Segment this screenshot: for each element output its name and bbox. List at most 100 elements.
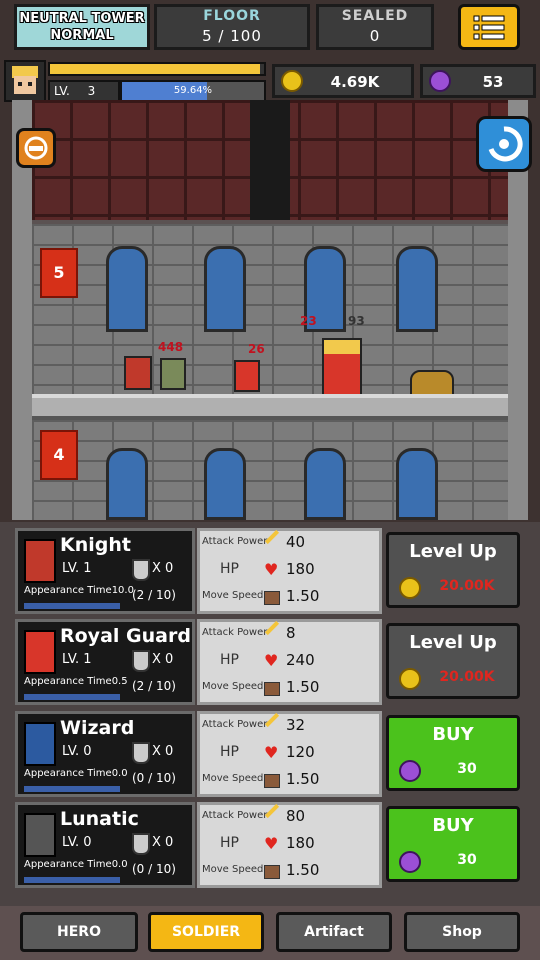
hp-value: 240	[286, 651, 315, 669]
action-cost: 20.00K	[439, 669, 495, 685]
level-box: LV. 3	[48, 80, 120, 102]
medal-icon	[132, 650, 150, 672]
medal-icon	[132, 833, 150, 855]
tower-scene: 5 448 26 23 93 4	[12, 100, 528, 520]
soldier-portrait-icon	[24, 813, 56, 857]
gold-coin-icon	[281, 70, 303, 92]
gem-box: 53	[420, 64, 536, 98]
hp-label: HP	[220, 561, 239, 577]
speed-value: 1.50	[286, 770, 320, 788]
tab-hero[interactable]: HERO	[20, 912, 138, 952]
soldier-card[interactable]: Royal Guard LV. 1 X 0 Appearance Time0.5 (2 …	[15, 619, 195, 705]
speed-value: 1.50	[286, 678, 320, 696]
appearance-time: Appearance Time0.0	[24, 859, 128, 870]
gem-amount: 53	[482, 73, 504, 91]
level-up-button[interactable]: Level Up 20.00K	[386, 623, 520, 699]
boot-icon	[264, 682, 280, 696]
auto-button[interactable]	[16, 128, 56, 168]
soldier-count: (2 / 10)	[132, 588, 176, 602]
attack-value: 80	[286, 807, 306, 825]
auto-icon	[24, 136, 48, 160]
appearance-progress	[24, 877, 120, 883]
soldier-portrait-icon	[24, 722, 56, 766]
soldier-stats: Attack Power 40 HP ♥ 180 Move Speed 1.50	[197, 528, 382, 614]
ally-knight-sprite	[124, 356, 152, 390]
action-label: Level Up	[409, 632, 497, 653]
soldier-row: Knight LV. 1 X 0 Appearance Time10.0 (2 / 10…	[15, 528, 525, 614]
appearance-progress	[24, 603, 120, 609]
gem-icon	[399, 851, 421, 873]
medal-icon	[132, 559, 150, 581]
soldier-card[interactable]: Lunatic LV. 0 X 0 Appearance Time0.0 (0 / 10…	[15, 802, 195, 888]
heart-icon: ♥	[264, 834, 279, 853]
soldier-medals: X 0	[152, 835, 174, 850]
soldier-card[interactable]: Knight LV. 1 X 0 Appearance Time10.0 (2 / 10…	[15, 528, 195, 614]
hp-label: HP	[220, 652, 239, 668]
soldier-count: (0 / 10)	[132, 771, 176, 785]
soldier-name: Royal Guard	[60, 625, 191, 647]
buy-button[interactable]: BUY 30	[386, 715, 520, 791]
level-up-button[interactable]: Level Up 20.00K	[386, 532, 520, 608]
tab-soldier[interactable]: SOLDIER	[148, 912, 264, 952]
soldier-level: LV. 0	[62, 835, 92, 850]
portal-button[interactable]	[476, 116, 532, 172]
soldier-portrait-icon	[24, 630, 56, 674]
hp-value: 180	[286, 834, 315, 852]
gate-door	[250, 100, 290, 220]
attack-label: Attack Power	[202, 627, 268, 638]
tower-name: NEUTRAL TOWER	[19, 11, 145, 26]
portal-swirl-icon	[488, 126, 523, 162]
boot-icon	[264, 591, 280, 605]
tower-gate	[32, 100, 508, 220]
floor-5	[32, 224, 508, 394]
soldier-medals: X 0	[152, 652, 174, 667]
sealed-label: SEALED	[341, 8, 409, 24]
speed-label: Move Speed	[202, 681, 264, 692]
gold-coin-icon	[399, 577, 421, 599]
soldier-card[interactable]: Wizard LV. 0 X 0 Appearance Time0.0 (0 / 10)	[15, 711, 195, 797]
floor-4	[32, 420, 508, 520]
attack-label: Attack Power	[202, 719, 268, 730]
soldier-medals: X 0	[152, 561, 174, 576]
floor-label: FLOOR	[203, 8, 261, 24]
sealed-value: 0	[369, 27, 381, 45]
damage-text-3: 23	[300, 314, 317, 328]
soldier-stats: Attack Power 32 HP ♥ 120 Move Speed 1.50	[197, 711, 382, 797]
gem-icon	[399, 760, 421, 782]
floor-box: FLOOR 5 / 100	[154, 4, 310, 50]
soldier-stats: Attack Power 8 HP ♥ 240 Move Speed 1.50	[197, 619, 382, 705]
tower-name-box: NEUTRAL TOWER NORMAL	[14, 4, 150, 50]
gold-coin-icon	[399, 668, 421, 690]
ally-shield-sprite	[234, 360, 260, 392]
buy-button[interactable]: BUY 30	[386, 806, 520, 882]
appearance-time: Appearance Time0.0	[24, 768, 128, 779]
hero-avatar[interactable]	[4, 60, 46, 102]
action-cost: 30	[457, 761, 477, 777]
action-cost: 30	[457, 852, 477, 868]
tab-artifact[interactable]: Artifact	[276, 912, 392, 952]
soldier-count: (2 / 10)	[132, 679, 176, 693]
floor-5-banner: 5	[40, 248, 78, 298]
soldier-row: Lunatic LV. 0 X 0 Appearance Time0.0 (0 / 10…	[15, 802, 525, 888]
hp-bar	[48, 62, 266, 76]
appearance-time: Appearance Time0.5	[24, 676, 128, 687]
speed-label: Move Speed	[202, 590, 264, 601]
hp-value: 120	[286, 743, 315, 761]
menu-button[interactable]	[458, 4, 520, 50]
damage-text-4: 93	[348, 314, 365, 328]
attack-label: Attack Power	[202, 810, 268, 821]
tab-shop[interactable]: Shop	[404, 912, 520, 952]
appearance-time: Appearance Time10.0	[24, 585, 134, 596]
exp-bar: 59.64%	[120, 80, 266, 102]
hp-value: 180	[286, 560, 315, 578]
heart-icon: ♥	[264, 651, 279, 670]
menu-list-icon	[473, 15, 505, 40]
exp-text: 59.64%	[173, 85, 213, 96]
level-value: 3	[87, 84, 96, 98]
appearance-progress	[24, 786, 120, 792]
gem-icon	[429, 70, 451, 92]
hp-bar-fill	[50, 64, 260, 74]
soldier-name: Knight	[60, 534, 131, 556]
speed-value: 1.50	[286, 861, 320, 879]
floor-4-number: 4	[53, 445, 65, 464]
